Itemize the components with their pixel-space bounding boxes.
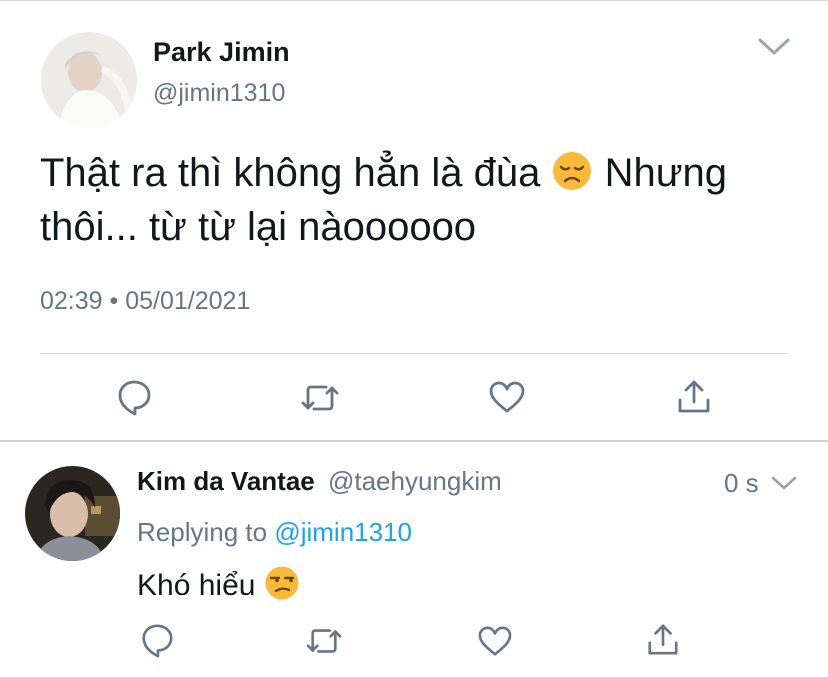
reply-text-part: Khó hiểu [137,569,256,602]
section-separator [0,440,828,442]
like-icon[interactable] [477,625,513,657]
unamused-face-icon [265,566,299,600]
disappointed-face-icon [553,152,592,190]
tweet-text: Thật ra thì không hẳn là đùa Nhưng thôi.… [40,146,790,254]
retweet-icon[interactable] [306,629,342,653]
reply-time: 0 s [724,468,759,498]
tweet-text-part: Thật ra thì không hẳn là đùa [40,151,541,195]
reply-header: Kim da Vantae @taehyungkim [137,466,502,497]
author-name[interactable]: Park Jimin [153,37,290,68]
reply-text: Khó hiểu [137,565,300,606]
meta-separator: • [109,287,119,315]
tweet-timestamp: 02:39 • 05/01/2021 [40,287,250,316]
tweet-date: 05/01/2021 [125,287,251,315]
author-name[interactable]: Kim da Vantae [137,466,315,496]
replying-to-handle-link[interactable]: @jimin1310 [274,517,412,547]
replying-to: Replying to @jimin1310 [137,517,412,548]
author-handle[interactable]: @taehyungkim [328,466,502,496]
author-handle[interactable]: @jimin1310 [153,79,285,108]
retweet-icon[interactable] [301,385,339,411]
top-divider [0,0,828,1]
tweet-time: 02:39 [40,287,103,315]
replying-to-label: Replying to [137,517,268,547]
share-icon[interactable] [676,378,712,416]
like-icon[interactable] [488,380,526,414]
reply-icon[interactable] [139,622,175,658]
avatar[interactable] [41,32,137,128]
chevron-down-icon[interactable] [770,475,798,491]
share-icon[interactable] [646,622,680,658]
chevron-down-icon[interactable] [757,37,791,57]
divider [40,353,788,354]
reply-icon[interactable] [115,378,153,416]
avatar[interactable] [25,466,120,561]
